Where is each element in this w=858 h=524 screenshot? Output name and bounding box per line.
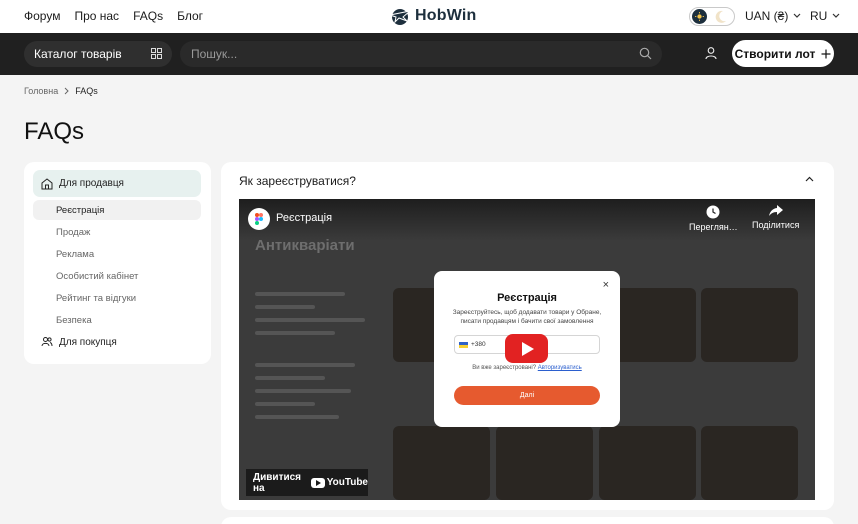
currency-select[interactable]: UAN (₴) (745, 9, 801, 23)
share-icon (768, 205, 783, 216)
create-lot-button[interactable]: Створити лот (732, 40, 834, 67)
sidebar-item-account[interactable]: Особистий кабінет (33, 266, 201, 286)
sidebar-item-registration[interactable]: Реєстрація (33, 200, 201, 220)
search-placeholder: Пошук... (191, 47, 238, 61)
sun-icon (692, 9, 707, 24)
link-about[interactable]: Про нас (74, 9, 119, 23)
link-blog[interactable]: Блог (177, 9, 203, 23)
youtube-logo: YouTube (310, 477, 368, 488)
close-icon: × (602, 279, 609, 291)
search-icon[interactable] (639, 47, 652, 60)
theme-toggle[interactable] (689, 7, 735, 26)
plus-icon (821, 49, 831, 58)
sidebar-item-rating[interactable]: Рейтинг та відгуки (33, 288, 201, 308)
faq-sidebar: Для продавця Реєстрація Продаж Реклама О… (24, 162, 211, 364)
chevron-up-icon[interactable] (805, 176, 814, 182)
breadcrumb-home[interactable]: Головна (24, 86, 58, 96)
sidebar-category-seller[interactable]: Для продавця (33, 170, 201, 197)
faq-next-card (221, 517, 834, 524)
modal-login-link: Авторизуватись (537, 365, 582, 371)
grid-icon (151, 48, 162, 59)
logo[interactable]: HobWin (389, 6, 476, 26)
top-nav: Форум Про нас FAQs Блог HobWin UAN (₴) R… (0, 0, 858, 33)
search-bar: Каталог товарів Пошук... Створити лот (0, 33, 858, 75)
link-faqs[interactable]: FAQs (133, 9, 163, 23)
sidebar-item-ads[interactable]: Реклама (33, 244, 201, 264)
modal-subtitle: Зареєструйтесь, щоб додавати товари у Об… (452, 309, 602, 325)
video-registration-modal: × Реєстрація Зареєструйтесь, щоб додават… (434, 271, 620, 427)
share-label: Поділитися (752, 220, 800, 230)
link-forum[interactable]: Форум (24, 9, 60, 23)
share-button[interactable]: Поділитися (752, 205, 799, 230)
catalog-label: Каталог товарів (34, 47, 122, 61)
youtube-video[interactable]: Антикваріати Реєстрація Переглян… Поділи… (239, 199, 815, 500)
video-title[interactable]: Реєстрація (276, 212, 332, 224)
faq-accordion: Як зареєструватися? Антикваріати Реєстра… (221, 162, 834, 510)
watch-later-button[interactable]: Переглян… (689, 205, 738, 232)
shop-icon (41, 177, 53, 189)
sidebar-category-buyer-label: Для покупця (59, 336, 117, 348)
watch-on-youtube-button[interactable]: Дивитися на YouTube (246, 469, 368, 496)
watch-later-label: Переглян… (689, 222, 738, 232)
top-links: Форум Про нас FAQs Блог (24, 9, 203, 23)
modal-title: Реєстрація (497, 292, 557, 304)
video-filter-column (255, 292, 379, 428)
youtube-play-button[interactable] (505, 334, 548, 363)
language-label: RU (810, 9, 828, 23)
moon-icon (715, 10, 726, 23)
users-icon (41, 337, 53, 347)
modal-registered-question: Ви вже зареєстровані? (472, 365, 537, 371)
chevron-right-icon (64, 87, 69, 95)
chevron-down-icon (832, 13, 840, 18)
youtube-wordmark: YouTube (326, 477, 368, 488)
ukraine-flag-icon (459, 341, 468, 348)
modal-phone-code: +380 (471, 341, 486, 348)
logo-text: HobWin (415, 7, 477, 24)
create-lot-label: Створити лот (734, 46, 816, 61)
clock-icon (706, 205, 720, 219)
watch-on-label: Дивитися на (253, 471, 302, 494)
breadcrumb-current: FAQs (75, 86, 98, 96)
logo-icon (389, 9, 411, 25)
sidebar-category-buyer[interactable]: Для покупця (33, 332, 201, 352)
currency-label: UAN (₴) (745, 9, 789, 23)
search-input[interactable]: Пошук... (180, 41, 662, 67)
sidebar-item-security[interactable]: Безпека (33, 310, 201, 330)
language-select[interactable]: RU (810, 9, 840, 23)
breadcrumb: Головна FAQs (24, 86, 98, 96)
catalog-button[interactable]: Каталог товарів (24, 41, 172, 67)
modal-login-prompt: Ви вже зареєстровані? Авторизуватись (434, 365, 620, 371)
user-icon[interactable] (704, 46, 718, 60)
modal-next-button: Далі (454, 386, 600, 405)
page-title: FAQs (24, 118, 85, 145)
figma-icon (248, 208, 270, 230)
chevron-down-icon (793, 13, 801, 18)
sidebar-category-seller-label: Для продавця (59, 178, 124, 189)
faq-question[interactable]: Як зареєструватися? (239, 174, 356, 188)
youtube-icon (310, 477, 325, 488)
sidebar-item-sales[interactable]: Продаж (33, 222, 201, 242)
